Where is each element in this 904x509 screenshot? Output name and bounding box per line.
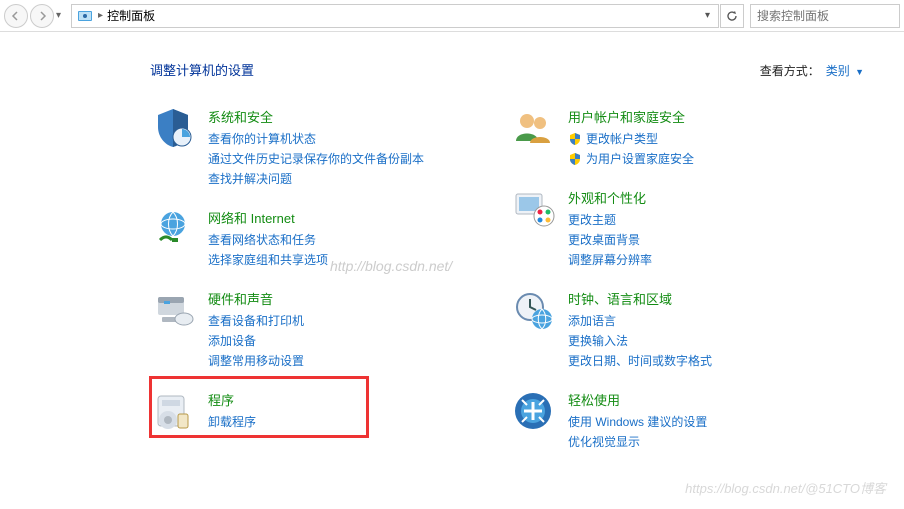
page-title: 调整计算机的设置 bbox=[150, 60, 254, 79]
control-panel-icon bbox=[76, 7, 94, 25]
appearance-icon bbox=[510, 186, 556, 232]
category-title[interactable]: 网络和 Internet bbox=[208, 208, 500, 227]
category-link[interactable]: 添加设备 bbox=[208, 332, 500, 349]
category-link[interactable]: 卸载程序 bbox=[208, 413, 500, 430]
address-bar[interactable]: ▸ 控制面板 ▾ bbox=[71, 4, 719, 28]
view-mode-value: 类别 bbox=[826, 64, 850, 78]
category-title[interactable]: 时钟、语言和区域 bbox=[568, 289, 860, 308]
category-link[interactable]: 为用户设置家庭安全 bbox=[568, 150, 860, 167]
refresh-icon bbox=[725, 9, 739, 23]
link-text: 更改帐户类型 bbox=[586, 130, 658, 147]
watermark-text: https://blog.csdn.net/@51CTO博客 bbox=[685, 478, 886, 497]
search-input[interactable] bbox=[757, 9, 893, 23]
arrow-left-icon bbox=[10, 10, 22, 22]
programs-icon bbox=[150, 388, 196, 434]
left-column: 系统和安全 查看你的计算机状态 通过文件历史记录保存你的文件备份副本 查找并解决… bbox=[150, 105, 500, 469]
category-title[interactable]: 程序 bbox=[208, 390, 500, 409]
header-row: 调整计算机的设置 查看方式： 类别 ▼ bbox=[150, 60, 864, 79]
right-column: 用户帐户和家庭安全 更改帐户类型 为用户设置家庭安全 外观和个性化 bbox=[510, 105, 860, 469]
category-hardware: 硬件和声音 查看设备和打印机 添加设备 调整常用移动设置 bbox=[150, 287, 500, 372]
category-link[interactable]: 优化视觉显示 bbox=[568, 433, 860, 450]
category-link[interactable]: 添加语言 bbox=[568, 312, 860, 329]
category-link[interactable]: 查找并解决问题 bbox=[208, 170, 500, 187]
category-title[interactable]: 轻松使用 bbox=[568, 390, 860, 409]
category-title[interactable]: 硬件和声音 bbox=[208, 289, 500, 308]
refresh-button[interactable] bbox=[720, 4, 744, 28]
chevron-right-icon: ▸ bbox=[98, 10, 103, 21]
category-link[interactable]: 更改帐户类型 bbox=[568, 130, 860, 147]
category-link[interactable]: 查看网络状态和任务 bbox=[208, 231, 500, 248]
shield-icon bbox=[568, 152, 582, 166]
category-appearance: 外观和个性化 更改主题 更改桌面背景 调整屏幕分辨率 bbox=[510, 186, 860, 271]
link-text: 为用户设置家庭安全 bbox=[586, 150, 694, 167]
category-network: 网络和 Internet 查看网络状态和任务 选择家庭组和共享选项 bbox=[150, 206, 500, 271]
security-icon bbox=[150, 105, 196, 151]
category-link[interactable]: 更换输入法 bbox=[568, 332, 860, 349]
arrow-right-icon bbox=[36, 10, 48, 22]
category-link[interactable]: 调整常用移动设置 bbox=[208, 352, 500, 369]
shield-icon bbox=[568, 132, 582, 146]
category-link[interactable]: 选择家庭组和共享选项 bbox=[208, 251, 500, 268]
category-title[interactable]: 系统和安全 bbox=[208, 107, 500, 126]
back-button[interactable] bbox=[4, 4, 28, 28]
category-link[interactable]: 使用 Windows 建议的设置 bbox=[568, 413, 860, 430]
category-link[interactable]: 更改日期、时间或数字格式 bbox=[568, 352, 860, 369]
ease-icon bbox=[510, 388, 556, 434]
category-clock: 时钟、语言和区域 添加语言 更换输入法 更改日期、时间或数字格式 bbox=[510, 287, 860, 372]
hardware-icon bbox=[150, 287, 196, 333]
category-users: 用户帐户和家庭安全 更改帐户类型 为用户设置家庭安全 bbox=[510, 105, 860, 170]
content-area: 调整计算机的设置 查看方式： 类别 ▼ 系统和安全 查看你的计算机状态 通过文件… bbox=[0, 32, 904, 469]
clock-icon bbox=[510, 287, 556, 333]
breadcrumb-text[interactable]: 控制面板 bbox=[107, 7, 155, 24]
category-columns: 系统和安全 查看你的计算机状态 通过文件历史记录保存你的文件备份副本 查找并解决… bbox=[150, 105, 864, 469]
category-programs: 程序 卸载程序 bbox=[150, 388, 500, 434]
category-link[interactable]: 查看你的计算机状态 bbox=[208, 130, 500, 147]
category-link[interactable]: 通过文件历史记录保存你的文件备份副本 bbox=[208, 150, 500, 167]
category-title[interactable]: 外观和个性化 bbox=[568, 188, 860, 207]
category-link[interactable]: 更改桌面背景 bbox=[568, 231, 860, 248]
forward-button[interactable] bbox=[30, 4, 54, 28]
category-link[interactable]: 更改主题 bbox=[568, 211, 860, 228]
address-dropdown[interactable]: ▾ bbox=[701, 10, 714, 21]
search-box[interactable] bbox=[750, 4, 900, 28]
view-mode-selector[interactable]: 类别 ▼ bbox=[826, 62, 864, 79]
category-security: 系统和安全 查看你的计算机状态 通过文件历史记录保存你的文件备份副本 查找并解决… bbox=[150, 105, 500, 190]
recent-dropdown[interactable]: ▾ bbox=[56, 10, 61, 21]
toolbar: ▾ ▸ 控制面板 ▾ bbox=[0, 0, 904, 32]
network-icon bbox=[150, 206, 196, 252]
view-label: 查看方式： bbox=[760, 62, 820, 79]
category-link[interactable]: 查看设备和打印机 bbox=[208, 312, 500, 329]
users-icon bbox=[510, 105, 556, 151]
category-ease: 轻松使用 使用 Windows 建议的设置 优化视觉显示 bbox=[510, 388, 860, 453]
chevron-down-icon: ▼ bbox=[855, 67, 864, 77]
category-title[interactable]: 用户帐户和家庭安全 bbox=[568, 107, 860, 126]
category-link[interactable]: 调整屏幕分辨率 bbox=[568, 251, 860, 268]
